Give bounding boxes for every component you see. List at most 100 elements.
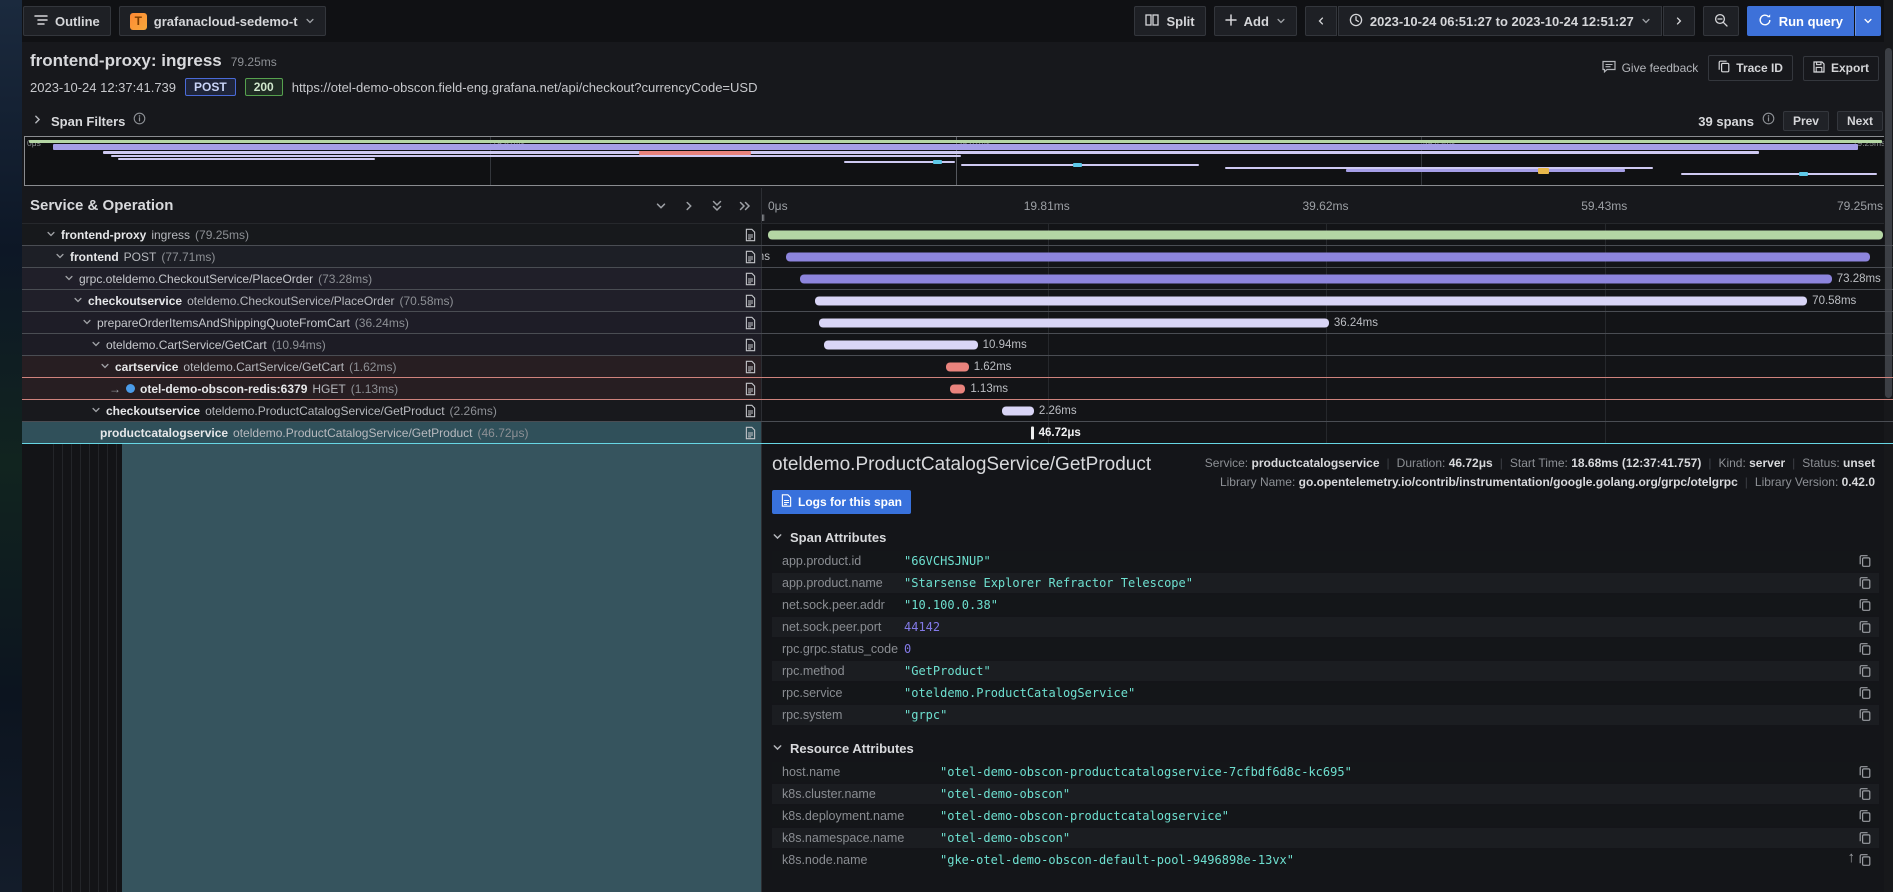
span-filters-title[interactable]: Span Filters bbox=[51, 114, 125, 129]
span-logs-icon[interactable] bbox=[745, 338, 756, 351]
span-row-label[interactable]: checkoutserviceoteldemo.ProductCatalogSe… bbox=[22, 400, 762, 421]
collapse-one-icon[interactable] bbox=[655, 200, 667, 212]
span-row-label[interactable]: prepareOrderItemsAndShippingQuoteFromCar… bbox=[22, 312, 762, 333]
attribute-row[interactable]: rpc.service"oteldemo.ProductCatalogServi… bbox=[772, 683, 1879, 703]
span-row-timeline[interactable]: 46.72μs bbox=[762, 422, 1893, 443]
span-row-timeline[interactable]: 1.62ms bbox=[762, 356, 1893, 377]
span-row-label[interactable]: frontend-proxyingress(79.25ms) bbox=[22, 224, 762, 245]
copy-value-icon[interactable] bbox=[1859, 788, 1871, 801]
next-span-button[interactable]: Next bbox=[1837, 111, 1883, 131]
run-query-caret-button[interactable] bbox=[1855, 6, 1881, 36]
span-row[interactable]: oteldemo.CartService/GetCart(10.94ms)10.… bbox=[22, 334, 1893, 356]
attribute-row[interactable]: k8s.namespace.name"otel-demo-obscon" bbox=[772, 828, 1879, 848]
trace-id-button[interactable]: Trace ID bbox=[1708, 55, 1793, 81]
attribute-row[interactable]: k8s.node.name"gke-otel-demo-obscon-defau… bbox=[772, 850, 1879, 870]
copy-value-icon[interactable] bbox=[1859, 766, 1871, 779]
datasource-picker[interactable]: T grafanacloud-sedemo-t bbox=[119, 6, 326, 36]
copy-value-icon[interactable] bbox=[1859, 709, 1871, 722]
span-row-timeline[interactable]: 1.13ms bbox=[762, 378, 1893, 399]
span-row[interactable]: frontendPOST(77.71ms)77.71ms bbox=[22, 246, 1893, 268]
time-shift-forward-button[interactable] bbox=[1663, 6, 1695, 36]
span-row-timeline[interactable]: 70.58ms bbox=[762, 290, 1893, 311]
attribute-row[interactable]: k8s.deployment.name"otel-demo-obscon-pro… bbox=[772, 806, 1879, 826]
span-logs-icon[interactable] bbox=[745, 272, 756, 285]
copy-value-icon[interactable] bbox=[1859, 643, 1871, 656]
span-row-timeline[interactable]: 77.71ms bbox=[762, 246, 1893, 267]
span-row[interactable]: checkoutserviceoteldemo.CheckoutService/… bbox=[22, 290, 1893, 312]
time-range-picker[interactable]: 2023-10-24 06:51:27 to 2023-10-24 12:51:… bbox=[1338, 6, 1662, 36]
prev-span-button[interactable]: Prev bbox=[1783, 111, 1829, 131]
logs-for-span-button[interactable]: Logs for this span bbox=[772, 490, 911, 514]
expand-all-icon[interactable] bbox=[739, 200, 751, 212]
span-row-timeline[interactable]: 2.26ms bbox=[762, 400, 1893, 421]
span-row[interactable]: prepareOrderItemsAndShippingQuoteFromCar… bbox=[22, 312, 1893, 334]
time-shift-back-button[interactable] bbox=[1305, 6, 1337, 36]
copy-value-icon[interactable] bbox=[1859, 577, 1871, 590]
span-row[interactable]: grpc.oteldemo.CheckoutService/PlaceOrder… bbox=[22, 268, 1893, 290]
copy-value-icon[interactable] bbox=[1859, 555, 1871, 568]
chevron-down-icon[interactable] bbox=[100, 360, 110, 374]
span-row-label[interactable]: →otel-demo-obscon-redis:6379HGET(1.13ms) bbox=[22, 378, 762, 399]
chevron-down-icon[interactable] bbox=[64, 272, 74, 286]
chevron-down-icon[interactable] bbox=[46, 228, 56, 242]
copy-value-icon[interactable] bbox=[1859, 854, 1871, 867]
add-button[interactable]: Add bbox=[1214, 6, 1297, 36]
span-logs-icon[interactable] bbox=[745, 404, 756, 417]
copy-value-icon[interactable] bbox=[1859, 665, 1871, 678]
span-attributes-header[interactable]: Span Attributes bbox=[772, 530, 1879, 545]
attribute-row[interactable]: rpc.grpc.status_code0 bbox=[772, 639, 1879, 659]
span-row[interactable]: checkoutserviceoteldemo.ProductCatalogSe… bbox=[22, 400, 1893, 422]
minimap-viewport[interactable]: 0μs19.81ms39.62ms59.43ms79.25ms bbox=[24, 136, 1887, 186]
expand-one-icon[interactable] bbox=[683, 200, 695, 212]
chevron-down-icon[interactable] bbox=[73, 294, 83, 308]
run-query-button[interactable]: Run query bbox=[1747, 6, 1854, 36]
outline-button[interactable]: Outline bbox=[23, 6, 111, 36]
split-button[interactable]: Split bbox=[1134, 6, 1205, 36]
copy-value-icon[interactable] bbox=[1859, 621, 1871, 634]
export-button[interactable]: Export bbox=[1803, 56, 1879, 81]
chevron-down-icon[interactable] bbox=[91, 338, 101, 352]
span-row-label[interactable]: cartserviceoteldemo.CartService/GetCart(… bbox=[22, 356, 762, 377]
copy-value-icon[interactable] bbox=[1859, 810, 1871, 823]
chevron-down-icon[interactable] bbox=[55, 250, 65, 264]
span-logs-icon[interactable] bbox=[745, 250, 756, 263]
copy-value-icon[interactable] bbox=[1859, 832, 1871, 845]
collapse-all-icon[interactable] bbox=[711, 200, 723, 212]
span-row[interactable]: →otel-demo-obscon-redis:6379HGET(1.13ms)… bbox=[22, 378, 1893, 400]
span-row-label[interactable]: productcatalogserviceoteldemo.ProductCat… bbox=[22, 422, 762, 443]
span-row-label[interactable]: grpc.oteldemo.CheckoutService/PlaceOrder… bbox=[22, 268, 762, 289]
copy-value-icon[interactable] bbox=[1859, 599, 1871, 612]
attribute-row[interactable]: net.sock.peer.port44142 bbox=[772, 617, 1879, 637]
copy-value-icon[interactable] bbox=[1859, 687, 1871, 700]
attribute-row[interactable]: app.product.id"66VCHSJNUP" bbox=[772, 551, 1879, 571]
span-row-timeline[interactable]: 36.24ms bbox=[762, 312, 1893, 333]
span-row-timeline[interactable] bbox=[762, 224, 1893, 245]
span-row-label[interactable]: frontendPOST(77.71ms) bbox=[22, 246, 762, 267]
attribute-row[interactable]: rpc.method"GetProduct" bbox=[772, 661, 1879, 681]
resource-attributes-header[interactable]: Resource Attributes bbox=[772, 741, 1879, 756]
span-row-timeline[interactable]: 73.28ms bbox=[762, 268, 1893, 289]
zoom-out-button[interactable] bbox=[1703, 6, 1739, 36]
attribute-row[interactable]: rpc.system"grpc" bbox=[772, 705, 1879, 725]
span-row[interactable]: cartserviceoteldemo.CartService/GetCart(… bbox=[22, 356, 1893, 378]
attribute-row[interactable]: app.product.name"Starsense Explorer Refr… bbox=[772, 573, 1879, 593]
span-row[interactable]: frontend-proxyingress(79.25ms) bbox=[22, 224, 1893, 246]
span-row-label[interactable]: checkoutserviceoteldemo.CheckoutService/… bbox=[22, 290, 762, 311]
chevron-down-icon[interactable] bbox=[82, 316, 92, 330]
attribute-row[interactable]: net.sock.peer.addr"10.100.0.38" bbox=[772, 595, 1879, 615]
chevron-down-icon[interactable] bbox=[91, 404, 101, 418]
span-row-timeline[interactable]: 10.94ms bbox=[762, 334, 1893, 355]
span-logs-icon[interactable] bbox=[745, 426, 756, 439]
span-logs-icon[interactable] bbox=[745, 382, 756, 395]
give-feedback-button[interactable]: Give feedback bbox=[1602, 60, 1699, 76]
attribute-row[interactable]: k8s.cluster.name"otel-demo-obscon" bbox=[772, 784, 1879, 804]
span-row-label[interactable]: oteldemo.CartService/GetCart(10.94ms) bbox=[22, 334, 762, 355]
page-scrollbar[interactable] bbox=[1884, 0, 1893, 892]
span-logs-icon[interactable] bbox=[745, 228, 756, 241]
span-logs-icon[interactable] bbox=[745, 294, 756, 307]
scroll-to-top-icon[interactable]: ↑ bbox=[1848, 849, 1856, 866]
chevron-right-icon[interactable] bbox=[32, 112, 43, 130]
span-logs-icon[interactable] bbox=[745, 316, 756, 329]
span-logs-icon[interactable] bbox=[745, 360, 756, 373]
attribute-row[interactable]: host.name"otel-demo-obscon-productcatalo… bbox=[772, 762, 1879, 782]
